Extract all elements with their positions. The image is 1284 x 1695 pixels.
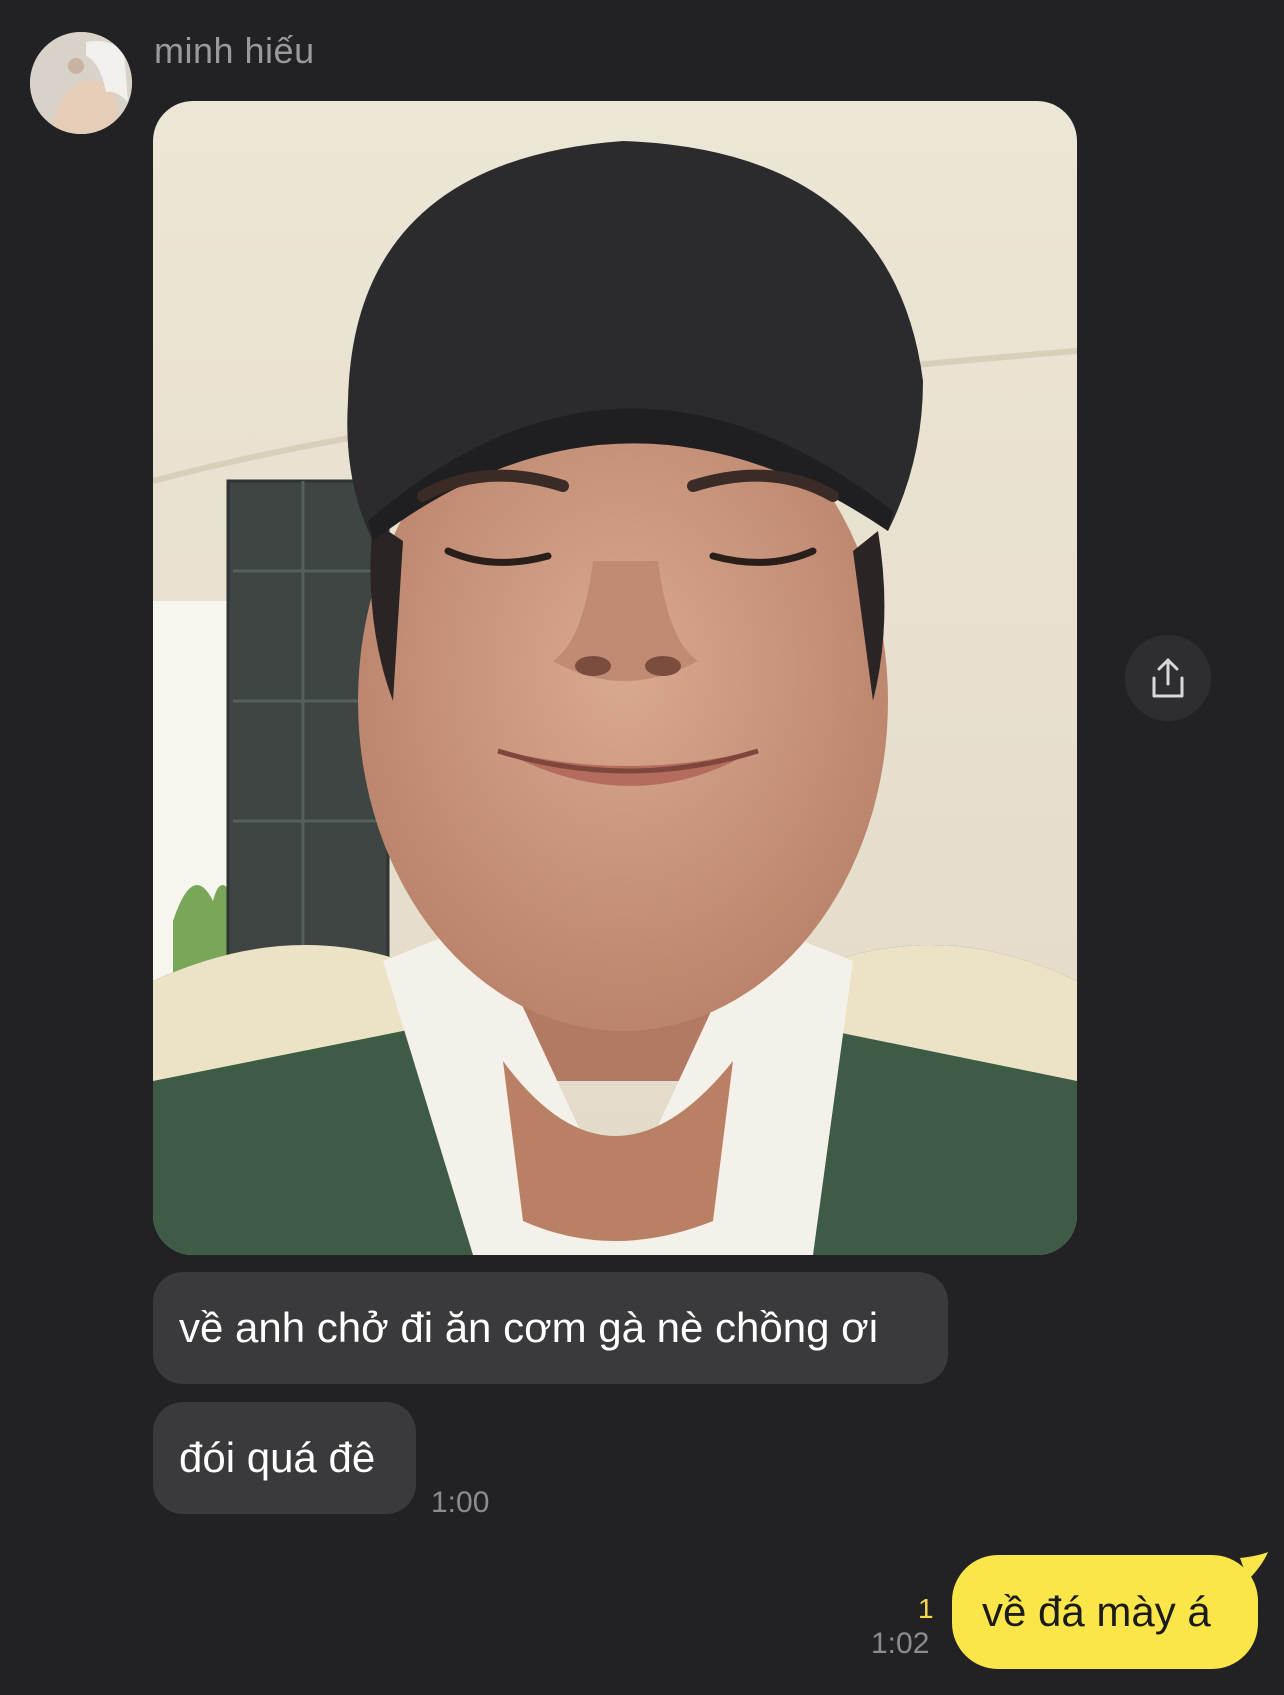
sender-avatar[interactable]: [30, 32, 132, 134]
bubble-tail-icon: [1240, 1552, 1268, 1580]
incoming-message-bubble[interactable]: đói quá đê: [153, 1402, 416, 1514]
outgoing-message-bubble[interactable]: về đá mày á: [952, 1555, 1258, 1669]
unread-count-badge: 1: [918, 1593, 934, 1624]
selfie-photo: [153, 101, 1077, 1255]
share-icon: [1152, 658, 1184, 698]
message-timestamp: 1:00: [431, 1486, 490, 1519]
sender-name: minh hiếu: [154, 30, 315, 71]
message-timestamp: 1:02: [871, 1627, 930, 1660]
message-text: về anh chở đi ăn cơm gà nè chồng ơi: [179, 1304, 879, 1351]
profile-avatar-icon: [30, 32, 132, 134]
incoming-message-bubble[interactable]: về anh chở đi ăn cơm gà nè chồng ơi: [153, 1272, 948, 1384]
photo-message[interactable]: [153, 101, 1077, 1255]
share-button[interactable]: [1125, 635, 1211, 721]
message-text: về đá mày á: [982, 1588, 1211, 1635]
message-text: đói quá đê: [179, 1434, 376, 1481]
